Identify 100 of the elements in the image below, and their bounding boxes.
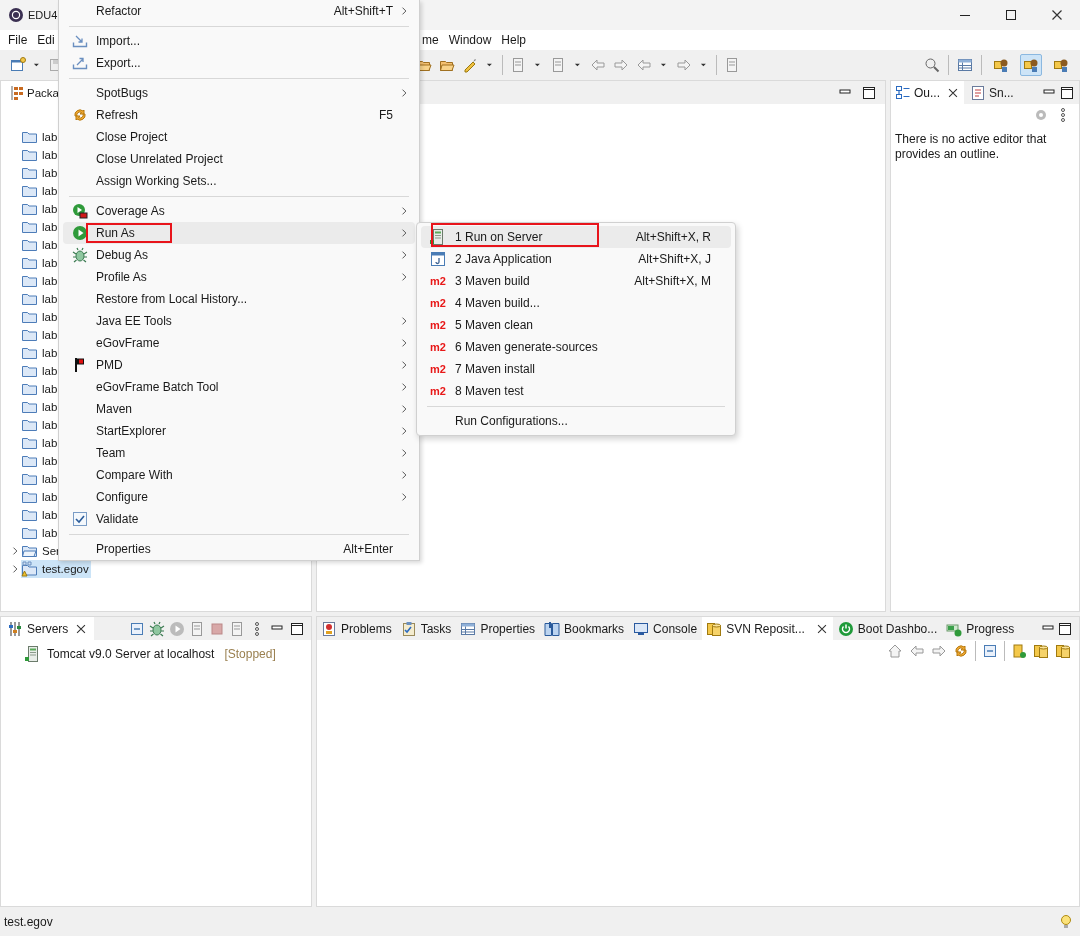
document-icon[interactable]	[724, 57, 740, 73]
menu-item[interactable]: m2 3 Maven build Alt+Shift+X, M	[421, 270, 731, 292]
tree-item[interactable]: lab	[21, 308, 60, 326]
menu-item[interactable]: Debug As	[63, 244, 415, 266]
menu-item[interactable]: Import...	[63, 30, 415, 52]
refresh-icon[interactable]	[953, 643, 969, 659]
server-name[interactable]: Tomcat v9.0 Server at localhost	[47, 647, 215, 661]
menu-item[interactable]: Validate	[63, 508, 415, 530]
perspective-button[interactable]	[1020, 54, 1042, 76]
menu-item[interactable]: Edi	[32, 30, 60, 50]
view-tab[interactable]: Progress	[942, 617, 1019, 640]
document-icon[interactable]	[510, 57, 526, 73]
maximize-icon[interactable]	[1057, 620, 1073, 637]
maximize-icon[interactable]	[861, 84, 877, 101]
tree-item[interactable]: lab	[21, 218, 60, 236]
tree-item[interactable]: lab	[21, 254, 60, 272]
maximize-icon[interactable]	[1059, 84, 1075, 101]
menu-item[interactable]: Close Project	[63, 126, 415, 148]
tree-item[interactable]: lab	[21, 380, 60, 398]
tree-item[interactable]: test.egov	[21, 560, 91, 578]
menu-item[interactable]: Run Configurations...	[421, 410, 731, 432]
database-icon[interactable]	[1011, 643, 1027, 659]
menu-item[interactable]: Assign Working Sets...	[63, 170, 415, 192]
menu-item[interactable]: 1 Run on Server Alt+Shift+X, R	[421, 226, 731, 248]
left-arrow-icon[interactable]	[590, 57, 606, 73]
menu-item[interactable]: Help	[496, 30, 532, 50]
tree-item[interactable]: lab	[21, 488, 60, 506]
menu-item[interactable]: m2 7 Maven install	[421, 358, 731, 380]
menu-item[interactable]: Profile As	[63, 266, 415, 288]
tree-item[interactable]: Ser	[21, 542, 62, 560]
view-tab[interactable]: Console	[629, 617, 702, 640]
tree-item[interactable]: lab	[21, 524, 60, 542]
bug-icon[interactable]	[149, 620, 165, 637]
house-icon[interactable]	[887, 643, 903, 659]
database-icon[interactable]	[1033, 643, 1049, 659]
tree-item[interactable]: lab	[21, 362, 60, 380]
tree-item[interactable]: lab	[21, 398, 60, 416]
view-tab[interactable]: Problems	[317, 617, 396, 640]
right-arrow-icon[interactable]	[613, 57, 629, 73]
tree-item[interactable]: lab	[21, 200, 60, 218]
view-tab[interactable]: Properties	[456, 617, 540, 640]
tree-item[interactable]: lab	[21, 506, 60, 524]
document-icon[interactable]	[550, 57, 566, 73]
menu-item[interactable]: Refactor Alt+Shift+T	[63, 0, 415, 22]
menu-item[interactable]: 2 Java Application Alt+Shift+X, J	[421, 248, 731, 270]
menu-item[interactable]: m2 4 Maven build...	[421, 292, 731, 314]
menu-item[interactable]: Refresh F5	[63, 104, 415, 126]
pen-icon[interactable]	[462, 57, 478, 73]
left-arrow-icon[interactable]	[636, 57, 652, 73]
menu-item[interactable]: Maven	[63, 398, 415, 420]
menu-item[interactable]: Run As	[63, 222, 415, 244]
right-arrow-icon[interactable]	[676, 57, 692, 73]
tree-item[interactable]: lab	[21, 164, 60, 182]
maximize-icon[interactable]	[289, 620, 305, 637]
tree-item[interactable]: lab	[21, 416, 60, 434]
document-icon[interactable]	[229, 620, 245, 637]
menu-item[interactable]: eGovFrame	[63, 332, 415, 354]
tree-item[interactable]: lab	[21, 470, 60, 488]
menu-item[interactable]: PMD	[63, 354, 415, 376]
menu-item[interactable]: Restore from Local History...	[63, 288, 415, 310]
tree-item[interactable]: lab	[21, 434, 60, 452]
menu-item[interactable]: m2 6 Maven generate-sources	[421, 336, 731, 358]
menu-item[interactable]: Window	[443, 30, 497, 50]
view-tab[interactable]: Sn...	[966, 81, 1018, 104]
collapse-icon[interactable]	[129, 620, 145, 637]
menu-item[interactable]: Export...	[63, 52, 415, 74]
tree-item[interactable]: lab	[21, 272, 60, 290]
menu-item[interactable]: Compare With	[63, 464, 415, 486]
database-icon[interactable]	[1055, 643, 1071, 659]
menu-item[interactable]: eGovFrame Batch Tool	[63, 376, 415, 398]
tree-item[interactable]: lab	[21, 182, 60, 200]
menu-item[interactable]: m2 5 Maven clean	[421, 314, 731, 336]
menu-item[interactable]: Java EE Tools	[63, 310, 415, 332]
collapse-icon[interactable]	[982, 643, 998, 659]
menu-item[interactable]: m2 8 Maven test	[421, 380, 731, 402]
menu-item[interactable]: Coverage As	[63, 200, 415, 222]
table-icon[interactable]	[957, 57, 973, 73]
view-tab[interactable]: SVN Reposit...	[702, 617, 833, 640]
stop-icon[interactable]	[209, 620, 225, 637]
view-tab[interactable]: Servers	[1, 617, 95, 640]
tree-item[interactable]: lab	[21, 146, 60, 164]
tree-item[interactable]: lab	[21, 452, 60, 470]
menu-item[interactable]: SpotBugs	[63, 82, 415, 104]
view-tab[interactable]: Bookmarks	[540, 617, 629, 640]
menu-item[interactable]: Close Unrelated Project	[63, 148, 415, 170]
tree-item[interactable]: lab	[21, 344, 60, 362]
document-icon[interactable]	[189, 620, 205, 637]
menu-item[interactable]: StartExplorer	[63, 420, 415, 442]
right-arrow-icon[interactable]	[931, 643, 947, 659]
menu-item[interactable]: Configure	[63, 486, 415, 508]
tree-item[interactable]: lab	[21, 326, 60, 344]
view-tab[interactable]: Ou...	[891, 81, 964, 104]
menu-item[interactable]: Properties Alt+Enter	[63, 538, 415, 560]
left-arrow-icon[interactable]	[909, 643, 925, 659]
tree-item[interactable]: lab	[21, 236, 60, 254]
search-icon[interactable]	[924, 57, 940, 73]
new-window-icon[interactable]	[10, 57, 26, 73]
view-tab[interactable]: Tasks	[396, 617, 456, 640]
menu-item[interactable]: File	[0, 30, 33, 50]
view-tab[interactable]: Boot Dashbo...	[833, 617, 942, 640]
